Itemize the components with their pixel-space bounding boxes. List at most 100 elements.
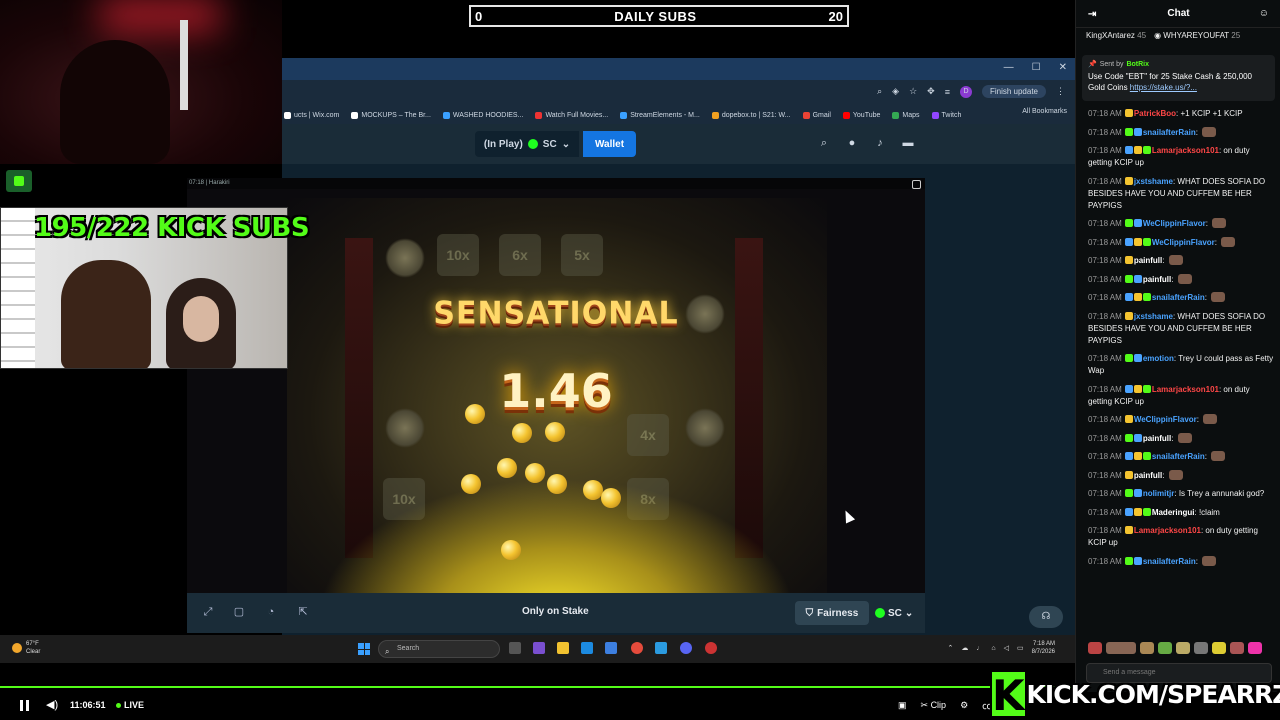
bookmark-item[interactable]: StreamElements - M...	[620, 111, 700, 119]
emote-icon[interactable]	[1212, 642, 1226, 654]
message-username[interactable]: painfull	[1143, 434, 1171, 443]
gifter-item[interactable]: KingXAntarez 45	[1086, 31, 1146, 40]
message-username[interactable]: painfull	[1143, 275, 1171, 284]
live-support-button[interactable]: ☊	[1029, 606, 1063, 628]
discord-icon[interactable]	[680, 642, 692, 654]
kick-subs-counter: 195/222 KICK SUBS	[34, 213, 310, 243]
settings-icon[interactable]: ⚙	[960, 700, 968, 711]
edge-icon[interactable]	[581, 642, 593, 654]
message-username[interactable]: WeClippinFlavor	[1143, 219, 1206, 228]
close-icon[interactable]: ✕	[1059, 62, 1067, 73]
emote-icon[interactable]	[1194, 642, 1208, 654]
pinned-link[interactable]: https://stake.us/?...	[1130, 83, 1197, 92]
message-username[interactable]: snailafterRain	[1152, 452, 1205, 461]
pause-button[interactable]	[20, 700, 30, 712]
profile-avatar[interactable]: D	[959, 85, 972, 98]
message-username[interactable]: Lamarjackson101	[1152, 146, 1219, 155]
emote-icon[interactable]	[1088, 642, 1102, 654]
onedrive-icon[interactable]: ☁	[961, 644, 968, 652]
emote-icon[interactable]	[1140, 642, 1154, 654]
chat-users-icon[interactable]: ☺	[1259, 8, 1269, 19]
message-timestamp: 07:18 AM	[1088, 526, 1122, 535]
balance-selector[interactable]: (In Play) SC ⌄	[475, 131, 579, 157]
footer-currency-select[interactable]: SC ⌄	[875, 601, 921, 625]
message-username[interactable]: Maderingui	[1152, 508, 1195, 517]
mic-icon[interactable]: ♩	[976, 645, 983, 652]
live-badge[interactable]: LIVE	[116, 700, 144, 710]
message-username[interactable]: painfull	[1134, 471, 1162, 480]
fairness-button[interactable]: ⛉ Fairness	[795, 601, 869, 625]
emote-icon[interactable]	[1158, 642, 1172, 654]
puzzle-icon[interactable]: ✥	[927, 86, 935, 97]
message-username[interactable]: snailafterRain	[1152, 293, 1205, 302]
star-icon[interactable]: ☆	[909, 86, 917, 97]
gold-coin	[465, 404, 485, 424]
microphone	[180, 20, 188, 110]
bookmark-item[interactable]: Watch Full Movies...	[535, 111, 608, 119]
weather-widget[interactable]: 67°F Clear	[12, 640, 40, 656]
all-bookmarks-link[interactable]: All Bookmarks	[1022, 108, 1067, 115]
message-username[interactable]: WeClippinFlavor	[1152, 238, 1215, 247]
message-username[interactable]: nolimitjr	[1143, 489, 1175, 498]
clip-button[interactable]: ✂ Clip	[921, 700, 947, 711]
user-icon[interactable]: ●	[846, 137, 858, 149]
notification-bell-icon[interactable]: ♪	[874, 137, 886, 149]
message-username[interactable]: jxstshame	[1134, 312, 1173, 321]
expand-icon[interactable]	[912, 180, 921, 189]
kick-extension-icon[interactable]	[6, 170, 32, 192]
emote-icon[interactable]	[1106, 642, 1136, 654]
minimize-icon[interactable]: —	[1004, 62, 1014, 73]
emote-icon[interactable]	[1176, 642, 1190, 654]
bookmark-item[interactable]: Maps	[892, 111, 920, 119]
search-icon[interactable]: ⌕	[818, 137, 830, 149]
chevron-up-icon[interactable]: ⌃	[948, 644, 954, 652]
windows-start-icon[interactable]	[358, 643, 370, 655]
bookmark-item[interactable]: Twitch	[931, 111, 961, 119]
chrome-icon[interactable]	[631, 642, 643, 654]
theatre-mode-icon[interactable]: ▢	[233, 606, 245, 618]
network-icon[interactable]: ⌂	[991, 645, 995, 652]
volume-icon[interactable]: ◁	[1004, 644, 1009, 652]
copilot-icon[interactable]	[533, 642, 545, 654]
bookmark-item[interactable]: YouTube	[842, 111, 880, 119]
wallet-button[interactable]: Wallet	[583, 131, 636, 157]
volume-icon[interactable]: ◀)	[46, 698, 58, 711]
emote-icon[interactable]	[1230, 642, 1244, 654]
emote-icon[interactable]	[1248, 642, 1262, 654]
bookmark-item[interactable]: WASHED HOODIES...	[442, 111, 523, 119]
stats-icon[interactable]: ◔	[265, 606, 277, 618]
photos-icon[interactable]	[655, 642, 667, 654]
message-username[interactable]: Lamarjackson101	[1152, 385, 1219, 394]
extension-icon[interactable]: ◈	[892, 86, 899, 97]
zoom-icon[interactable]: ⌕	[877, 86, 882, 97]
bookmark-item[interactable]: dopebox.to | S21: W...	[711, 111, 791, 119]
bookmark-item[interactable]: MOCKUPS – The Br...	[351, 111, 431, 119]
message-username[interactable]: snailafterRain	[1143, 557, 1196, 566]
message-username[interactable]: painfull	[1134, 256, 1162, 265]
message-username[interactable]: WeClippinFlavor	[1134, 415, 1197, 424]
fullscreen-icon[interactable]: ⤢	[202, 606, 214, 618]
bookmark-item[interactable]: Gmail	[802, 111, 831, 119]
file-explorer-icon[interactable]	[557, 642, 569, 654]
battery-icon[interactable]: ▭	[1017, 644, 1024, 652]
finish-update-button[interactable]: Finish update	[981, 85, 1046, 98]
theatre-icon[interactable]: ▣	[898, 700, 907, 711]
popout-icon[interactable]: ⇱	[297, 606, 309, 618]
message-username[interactable]: Lamarjackson101	[1134, 526, 1201, 535]
message-username[interactable]: PatrickBoo	[1134, 109, 1176, 118]
collapse-chat-icon[interactable]: ⇥	[1088, 9, 1096, 20]
message-username[interactable]: snailafterRain	[1143, 128, 1196, 137]
taskbar-clock[interactable]: 7:18 AM 8/7/2026	[1032, 640, 1055, 656]
menu-lines-icon[interactable]: ≡	[945, 87, 950, 97]
message-username[interactable]: emotion	[1143, 354, 1174, 363]
store-icon[interactable]	[605, 642, 617, 654]
kebab-menu-icon[interactable]: ⋮	[1056, 86, 1065, 97]
maximize-icon[interactable]: ☐	[1032, 62, 1041, 73]
bookmark-item[interactable]: ucts | Wix.com	[284, 111, 339, 119]
chat-icon[interactable]: ▬	[902, 137, 914, 149]
message-username[interactable]: jxstshame	[1134, 177, 1173, 186]
task-view-icon[interactable]	[509, 642, 521, 654]
taskbar-search[interactable]: ⌕ Search	[378, 640, 500, 658]
gifter-item[interactable]: ◉ WHYAREYOUFAT 25	[1154, 31, 1240, 40]
obs-icon[interactable]	[705, 642, 717, 654]
